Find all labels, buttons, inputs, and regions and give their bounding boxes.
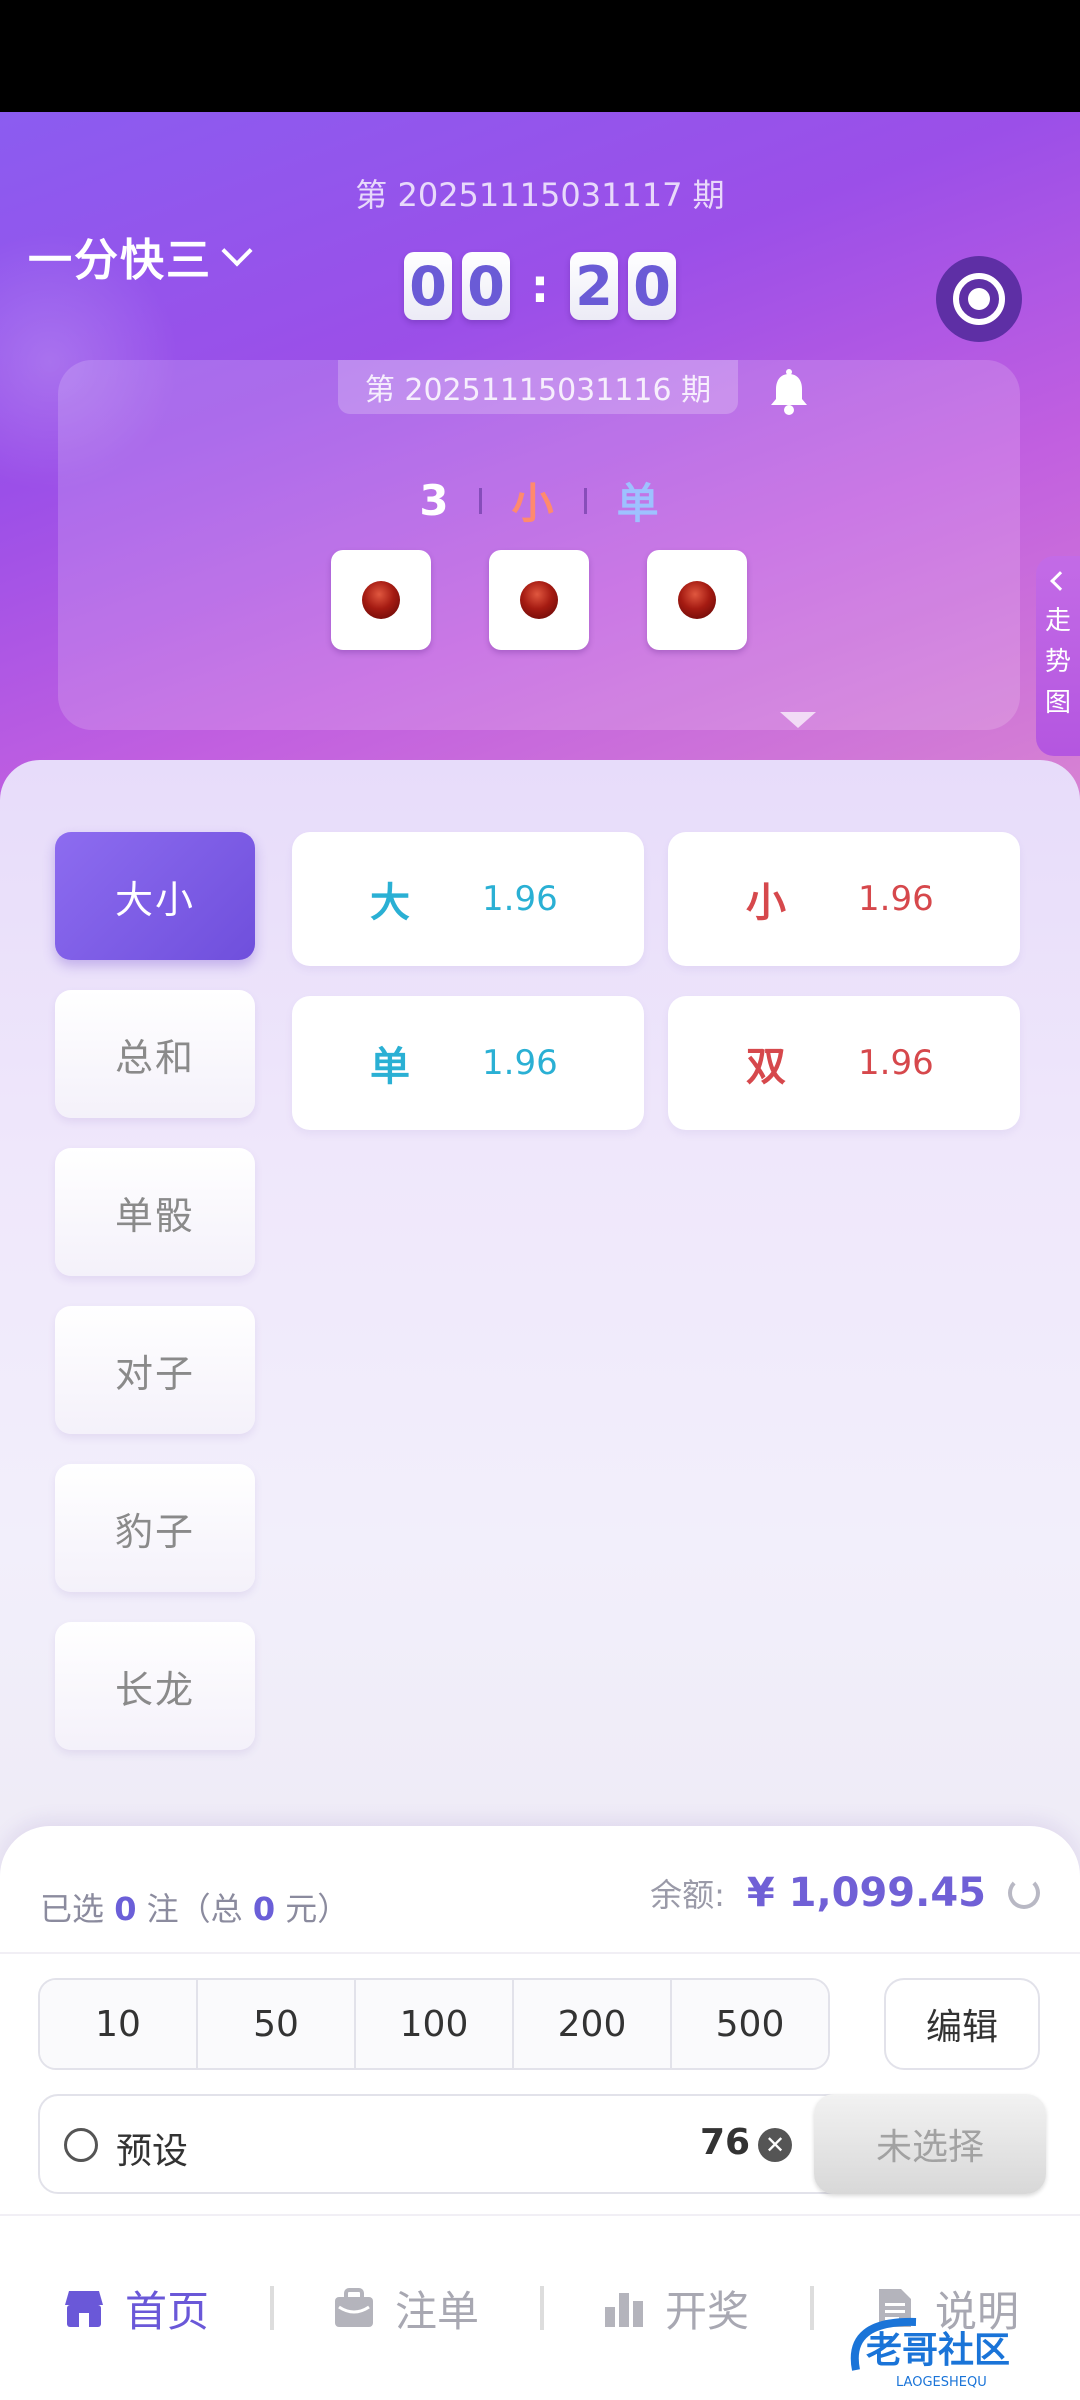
result-summary: 3 小 单 — [58, 470, 1020, 531]
tab-label: 开奖 — [664, 2286, 749, 2336]
orders-icon — [334, 2288, 373, 2327]
die-one-icon — [331, 550, 431, 650]
current-period: 第 20251115031117 期 — [355, 176, 725, 214]
category-streak[interactable]: 长龙 — [55, 1622, 255, 1750]
trend-tab-char: 走 — [1044, 606, 1071, 636]
selected-total: 0 — [252, 1890, 276, 1928]
preset-radio[interactable] — [64, 2128, 98, 2162]
countdown-timer: 0 0 : 2 0 — [404, 252, 676, 320]
preset-label: 预设 — [116, 2131, 189, 2172]
die-one-icon — [489, 550, 589, 650]
option-name: 单 — [370, 1044, 410, 1090]
option-odd[interactable]: 单 1.96 — [292, 996, 644, 1130]
dice-row — [58, 550, 1020, 650]
game-header: 第 20251115031117 期 一分快三 0 0 : 2 0 第 2025… — [0, 112, 1080, 812]
tab-draw-results[interactable]: 开奖 — [540, 2278, 810, 2339]
chip-500[interactable]: 500 — [672, 1980, 828, 2068]
chevron-left-icon — [1050, 571, 1070, 591]
tab-label: 注单 — [394, 2286, 479, 2336]
option-odds: 1.96 — [858, 879, 934, 919]
bell-icon[interactable] — [766, 368, 812, 416]
selected-prefix: 已选 — [40, 1890, 105, 1928]
game-name: 一分快三 — [28, 235, 212, 286]
expand-arrow-icon[interactable] — [780, 712, 816, 728]
option-small[interactable]: 小 1.96 — [668, 832, 1020, 966]
bet-options: 大 1.96 小 1.96 单 1.96 双 1.96 — [292, 832, 1022, 1130]
balance: 余额: ¥ 1,099.45 — [650, 1870, 1040, 1916]
category-list: 大小 总和 单骰 对子 豹子 长龙 — [55, 832, 255, 1750]
clear-icon[interactable]: ✕ — [758, 2128, 792, 2162]
category-sum[interactable]: 总和 — [55, 990, 255, 1118]
tab-label: 首页 — [124, 2286, 209, 2336]
option-big[interactable]: 大 1.96 — [292, 832, 644, 966]
result-size: 小 — [511, 479, 554, 528]
category-pair[interactable]: 对子 — [55, 1306, 255, 1434]
result-parity: 单 — [616, 479, 659, 528]
svg-text:老哥社区: 老哥社区 — [866, 2330, 1010, 2371]
selected-suffix: 元） — [285, 1890, 350, 1928]
countdown-digit: 0 — [404, 252, 452, 320]
option-name: 双 — [746, 1044, 786, 1090]
chevron-down-icon — [221, 235, 253, 267]
chip-10[interactable]: 10 — [40, 1980, 198, 2068]
chip-100[interactable]: 100 — [356, 1980, 514, 2068]
selected-summary: 已选 0 注（总 0 元） — [40, 1884, 349, 1930]
draw-results-icon — [604, 2293, 643, 2327]
chip-50[interactable]: 50 — [198, 1980, 356, 2068]
watermark-logo: 老哥社区 LAOGESHEQU — [850, 2317, 1010, 2390]
tab-home[interactable]: 首页 — [0, 2278, 270, 2339]
countdown-separator: : — [530, 259, 550, 313]
balance-value: ¥ 1,099.45 — [746, 1870, 986, 1916]
option-odds: 1.96 — [482, 1043, 558, 1083]
option-name: 大 — [370, 880, 410, 926]
trend-chart-tab[interactable]: 走 势 图 — [1036, 556, 1080, 756]
option-odds: 1.96 — [482, 879, 558, 919]
svg-text:LAOGESHEQU: LAOGESHEQU — [896, 2375, 987, 2390]
selected-mid: 注（总 — [146, 1890, 243, 1928]
option-name: 小 — [746, 880, 786, 926]
amount-input[interactable]: 76 — [700, 2122, 750, 2163]
refresh-icon[interactable] — [1008, 1877, 1040, 1909]
last-result-card: 第 20251115031116 期 3 小 单 — [58, 360, 1020, 730]
amount-input-row: 预设 76 ✕ 未选择 — [38, 2094, 1046, 2194]
target-icon — [953, 273, 1005, 325]
category-single-die[interactable]: 单骰 — [55, 1148, 255, 1276]
selected-count: 0 — [114, 1890, 137, 1928]
trend-tab-char: 图 — [1044, 688, 1071, 718]
target-button[interactable] — [936, 256, 1022, 342]
last-period: 第 20251115031116 期 — [338, 360, 738, 414]
trend-tab-char: 势 — [1044, 647, 1071, 677]
category-triple[interactable]: 豹子 — [55, 1464, 255, 1592]
edit-chips-button[interactable]: 编辑 — [884, 1978, 1040, 2070]
die-one-icon — [647, 550, 747, 650]
divider — [478, 487, 482, 514]
result-sum: 3 — [419, 476, 449, 525]
submit-bet-button[interactable]: 未选择 — [814, 2094, 1046, 2194]
countdown-digit: 0 — [462, 252, 510, 320]
divider — [583, 487, 587, 514]
bet-panel: 已选 0 注（总 0 元） 余额: ¥ 1,099.45 10 50 100 2… — [0, 1826, 1080, 2400]
game-selector[interactable]: 一分快三 — [28, 224, 253, 288]
divider — [0, 1952, 1080, 1954]
countdown-digit: 0 — [628, 252, 676, 320]
category-size[interactable]: 大小 — [55, 832, 255, 960]
home-icon — [64, 2291, 103, 2327]
betting-area: 大小 总和 单骰 对子 豹子 长龙 大 1.96 小 1.96 单 1.96 双… — [0, 760, 1080, 1880]
option-even[interactable]: 双 1.96 — [668, 996, 1020, 1130]
tab-orders[interactable]: 注单 — [270, 2278, 540, 2339]
status-bar — [0, 0, 1080, 112]
option-odds: 1.96 — [858, 1043, 934, 1083]
balance-label: 余额: — [650, 1876, 725, 1914]
chip-selector: 10 50 100 200 500 — [38, 1978, 830, 2070]
chip-200[interactable]: 200 — [514, 1980, 672, 2068]
countdown-digit: 2 — [570, 252, 618, 320]
